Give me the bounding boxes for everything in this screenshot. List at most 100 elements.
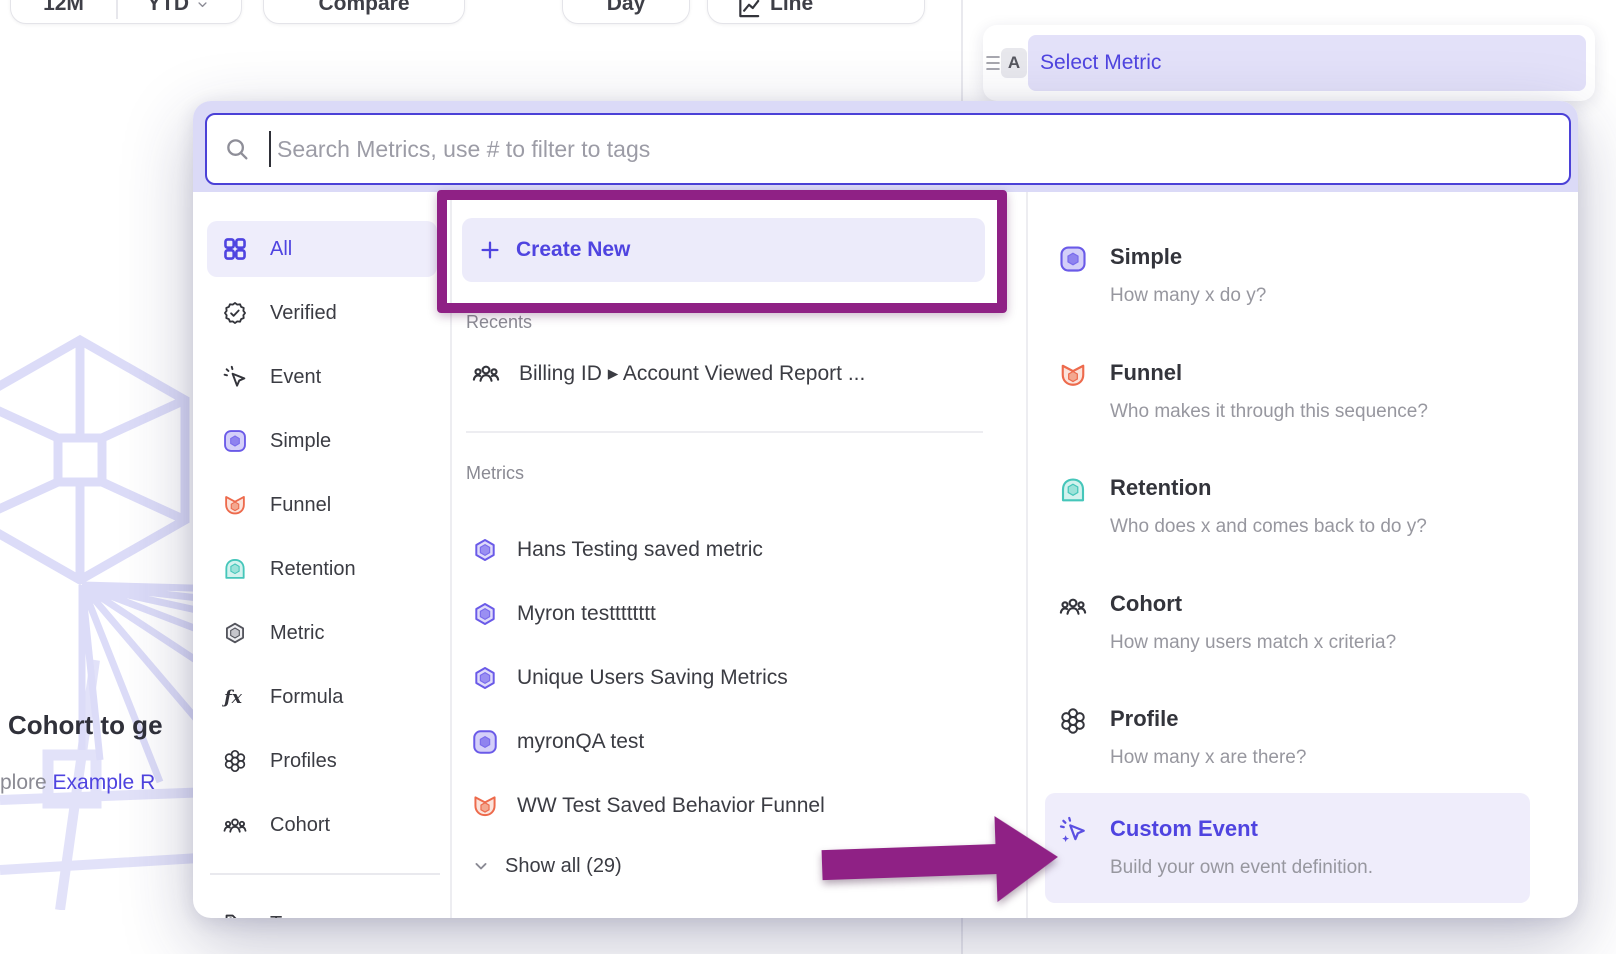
annotation-highlight-rectangle <box>437 190 1007 313</box>
cohort-icon <box>1058 591 1088 621</box>
metric-hex-icon <box>471 664 499 692</box>
type-description: How many x do y? <box>1110 277 1266 315</box>
type-retention[interactable]: RetentionWho does x and comes back to do… <box>1045 471 1530 546</box>
range-ytd-button[interactable]: YTD <box>116 0 241 15</box>
sidebar-item-label: Verified <box>270 302 337 325</box>
sidebar-item-label: Retention <box>270 558 356 581</box>
text-caret <box>269 131 271 167</box>
select-metric-button[interactable]: Select Metric <box>1028 35 1586 91</box>
line-chart-icon <box>736 0 762 21</box>
grid-icon <box>222 236 248 262</box>
type-simple[interactable]: SimpleHow many x do y? <box>1045 240 1530 315</box>
profiles-icon <box>1058 706 1088 736</box>
sidebar-item-label: Funnel <box>270 494 331 517</box>
chart-type-line-button[interactable]: Line <box>707 0 925 24</box>
show-all-label: Show all (29) <box>505 855 622 878</box>
chevron-down-icon <box>471 856 491 876</box>
example-report-link[interactable]: Example R <box>53 771 156 794</box>
sidebar-item-label: Formula <box>270 686 343 709</box>
sidebar-item-all[interactable]: All <box>207 221 437 277</box>
chevron-down-icon <box>195 0 210 12</box>
verified-icon <box>222 300 248 326</box>
funnel-icon <box>222 492 248 518</box>
series-a-badge: A <box>1001 48 1027 78</box>
sidebar-item-cohort[interactable]: Cohort <box>207 797 437 853</box>
modal-header <box>193 101 1578 192</box>
metric-list-item[interactable]: Unique Users Saving Metrics <box>459 650 999 706</box>
sidebar-item-label: Simple <box>270 430 331 453</box>
show-all-button[interactable]: Show all (29) <box>463 846 763 886</box>
sidebar-item-simple[interactable]: Simple <box>207 413 437 469</box>
type-title: Profile <box>1110 702 1306 736</box>
cohort-icon <box>471 358 501 388</box>
sidebar-item-label: Profiles <box>270 750 337 773</box>
type-title: Cohort <box>1110 587 1396 621</box>
select-metric-label: Select Metric <box>1040 51 1161 75</box>
app-canvas: { "toolbar": { "range_buttons": ["12M", … <box>0 0 1616 954</box>
metrics-section-label: Metrics <box>466 463 524 484</box>
recent-item[interactable]: Billing ID ▸ Account Viewed Report ... <box>459 345 999 401</box>
sidebar-item-metric[interactable]: Metric <box>207 605 437 661</box>
range-12m-button[interactable]: 12M <box>11 0 116 15</box>
metric-list-item[interactable]: Myron testttttttt <box>459 586 999 642</box>
metric-item-label: Hans Testing saved metric <box>517 538 763 562</box>
type-cohort[interactable]: CohortHow many users match x criteria? <box>1045 587 1530 662</box>
type-profile[interactable]: ProfileHow many x are there? <box>1045 702 1530 777</box>
type-title: Retention <box>1110 471 1427 505</box>
sidebar-item-label: T <box>270 913 282 919</box>
interval-day-button[interactable]: Day <box>562 0 690 24</box>
search-icon <box>223 135 251 163</box>
metric-icon <box>222 620 248 646</box>
explore-text: plore <box>0 771 53 794</box>
simple-icon <box>471 728 499 756</box>
type-custom-event[interactable]: Custom EventBuild your own event definit… <box>1045 812 1530 887</box>
type-title: Custom Event <box>1110 812 1373 846</box>
type-description: Build your own event definition. <box>1110 849 1373 887</box>
funnel-icon <box>1058 360 1088 390</box>
type-description: How many x are there? <box>1110 739 1306 777</box>
profiles-icon <box>222 748 248 774</box>
metric-hex-icon <box>471 536 499 564</box>
event-icon <box>222 364 248 390</box>
type-title: Simple <box>1110 240 1266 274</box>
sidebar-item-label: Event <box>270 366 321 389</box>
type-funnel[interactable]: FunnelWho makes it through this sequence… <box>1045 356 1530 431</box>
sidebar-item-formula[interactable]: ƒx Formula <box>207 669 437 725</box>
metric-item-label: myronQA test <box>517 730 644 754</box>
annotation-arrow <box>814 802 1068 921</box>
funnel-icon <box>471 792 499 820</box>
type-description: Who makes it through this sequence? <box>1110 393 1428 431</box>
metric-list-item[interactable]: Hans Testing saved metric <box>459 522 999 578</box>
compare-button[interactable]: Compare <box>263 0 465 24</box>
drag-handle-icon[interactable] <box>985 50 1001 76</box>
empty-state-headline-fragment: Cohort to ge <box>8 710 163 741</box>
type-description: How many users match x criteria? <box>1110 624 1396 662</box>
sidebar-item-event[interactable]: Event <box>207 349 437 405</box>
recents-section-label: Recents <box>466 312 532 333</box>
metric-list-item[interactable]: myronQA test <box>459 714 999 770</box>
sidebar-item-partial[interactable]: T <box>207 896 437 918</box>
metric-item-label: Myron testttttttt <box>517 602 656 626</box>
sidebar-item-verified[interactable]: Verified <box>207 285 437 341</box>
type-description: Who does x and comes back to do y? <box>1110 508 1427 546</box>
type-title: Funnel <box>1110 356 1428 390</box>
sidebar-item-funnel[interactable]: Funnel <box>207 477 437 533</box>
middle-divider <box>466 431 983 433</box>
metric-slot-card: A Select Metric <box>983 25 1595 101</box>
svg-text:ƒx: ƒx <box>222 688 243 708</box>
metric-hex-icon <box>471 600 499 628</box>
sidebar-divider <box>210 873 440 875</box>
simple-icon <box>1058 244 1088 274</box>
retention-icon <box>1058 475 1088 505</box>
search-input[interactable] <box>275 135 1569 164</box>
date-range-segmented-control[interactable]: 12M YTD <box>10 0 242 24</box>
simple-icon <box>222 428 248 454</box>
sidebar-item-label: Metric <box>270 622 324 645</box>
cohort-icon <box>222 812 248 838</box>
empty-state-subtext-fragment: plore Example R <box>0 771 155 795</box>
tag-icon <box>222 911 248 918</box>
sidebar-item-retention[interactable]: Retention <box>207 541 437 597</box>
sidebar-item-profiles[interactable]: Profiles <box>207 733 437 789</box>
search-box[interactable] <box>205 113 1571 185</box>
formula-icon: ƒx <box>222 684 248 710</box>
